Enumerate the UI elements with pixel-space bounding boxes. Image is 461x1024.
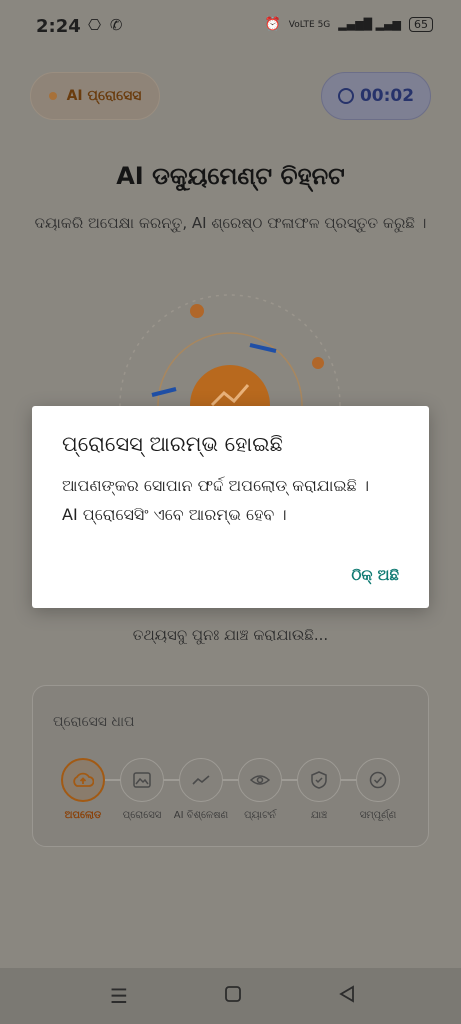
status-dot-icon <box>48 92 57 100</box>
processing-animation <box>119 294 341 425</box>
dialog-title: ପ୍ରୋସେସ୍ ଆରମ୍ଭ ହୋଇଛି <box>62 432 283 456</box>
page-subtitle: ଦୟାକରି ଅପେକ୍ଷା କରନ୍ତୁ, AI ଶ୍ରେଷ୍ଠ ଫଳାଫଳ … <box>34 214 427 232</box>
step-pattern <box>238 758 282 802</box>
notification-icons: ⎔ ✆ <box>88 16 125 34</box>
status-icons: ⏰ VoLTE 5G ▂▄▆█ ▂▄▆ 65 <box>265 17 433 32</box>
image-icon <box>133 772 151 788</box>
step-complete <box>356 758 400 802</box>
steps-title: ପ୍ରୋସେସ ଧାପ <box>53 714 135 730</box>
status-bar: 2:24 ⎔ ✆ ⏰ VoLTE 5G ▂▄▆█ ▂▄▆ 65 <box>0 0 461 56</box>
shield-check-icon <box>311 771 327 789</box>
step-upload <box>61 758 105 802</box>
orbit-dot-right <box>312 357 324 369</box>
timer-value: 00:02 <box>359 86 415 106</box>
ai-process-pill: AI ପ୍ରୋସେସ <box>30 72 160 120</box>
dialog-body: ଆପଣଙ୍କର ସୋପାନ ଫର୍ଦ୍ଦ ଅପଲୋଡ୍ କରାଯାଇଛି । A… <box>62 471 399 529</box>
page-title: AI ଡକ୍ୟୁମେଣ୍ଟ ଚିହ୍ନଟ <box>116 162 345 190</box>
step-ai-analysis <box>179 758 223 802</box>
system-nav-bar: ☰ <box>0 968 461 1024</box>
orbit-dot-top <box>190 304 204 318</box>
status-time: 2:24 <box>36 16 81 37</box>
menu-icon[interactable]: ☰ <box>110 984 128 1008</box>
back-icon[interactable] <box>338 984 356 1008</box>
check-circle-icon <box>369 771 387 789</box>
process-started-dialog: ପ୍ରୋସେସ୍ ଆରମ୍ଭ ହୋଇଛି ଆପଣଙ୍କର ସୋପାନ ଫର୍ଦ୍… <box>32 406 429 608</box>
ok-button[interactable]: ଠିକ୍ ଅଛି <box>351 566 399 584</box>
cloud-upload-icon <box>73 772 94 787</box>
clock-icon <box>337 88 354 104</box>
orbit-dash-left <box>151 387 177 397</box>
verifying-status: ତଥ୍ୟସବୁ ପୁନଃ ଯାଞ୍ଚ କରାଯାଉଛି... <box>132 626 329 644</box>
eye-icon <box>250 775 270 785</box>
step-process <box>120 758 164 802</box>
alarm-icon: ⏰ <box>264 17 281 32</box>
process-steps-card: ପ୍ରୋସେସ ଧାପ ଅପଲୋଡ ପ୍ରୋସେସ AI ବିଶ୍ଳେଷଣ ପ୍… <box>32 685 429 847</box>
signal-icon: ▂▄▆█ ▂▄▆ <box>338 18 401 31</box>
dialog-line-2: AI ପ୍ରୋସେସିଂ ଏବେ ଆରମ୍ଭ ହେବ । <box>62 505 287 524</box>
step-verify <box>297 758 341 802</box>
timer-pill: 00:02 <box>321 72 431 120</box>
step-label-complete: ସମ୍ପୂର୍ଣ୍ଣ <box>359 810 397 821</box>
home-icon[interactable] <box>224 984 242 1008</box>
trend-icon <box>192 775 210 785</box>
dialog-line-1: ଆପଣଙ୍କର ସୋପାନ ଫର୍ଦ୍ଦ ଅପଲୋଡ୍ କରାଯାଇଛି । <box>62 476 370 495</box>
battery-icon: 65 <box>409 17 433 32</box>
ai-process-label: AI ପ୍ରୋସେସ <box>66 88 142 104</box>
network-label: VoLTE 5G <box>288 19 331 30</box>
top-row: AI ପ୍ରୋସେସ 00:02 <box>0 70 461 126</box>
